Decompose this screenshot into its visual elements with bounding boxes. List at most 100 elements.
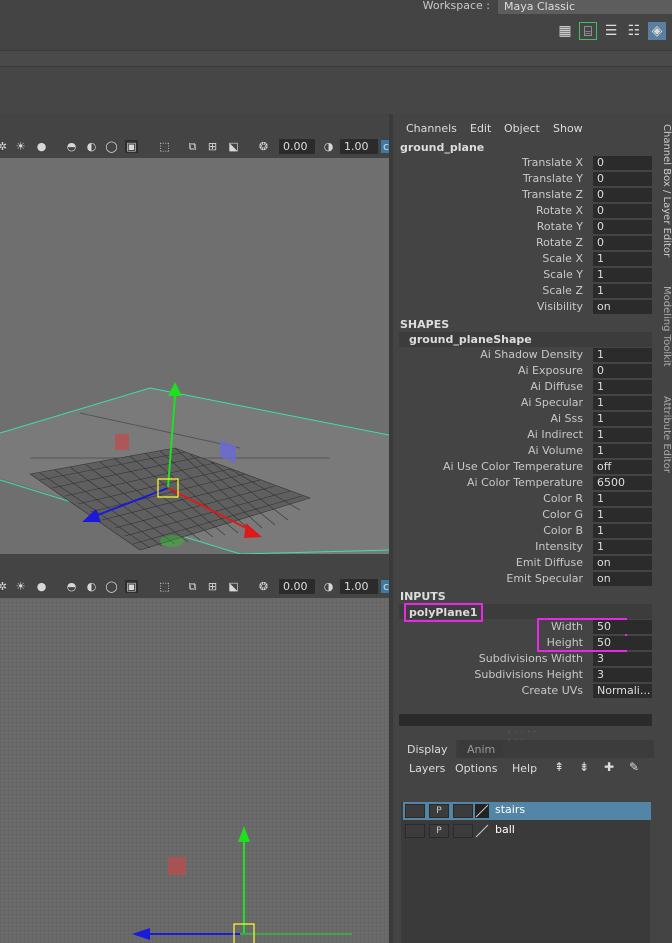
attr-label[interactable]: Color G	[403, 508, 583, 521]
exposure-icon[interactable]: ❂	[257, 580, 270, 593]
attr-value-field[interactable]: off	[593, 460, 652, 474]
node-name[interactable]: ground_plane	[400, 141, 484, 154]
toggle-outliner-icon[interactable]: ☷	[625, 22, 643, 40]
attr-value-field[interactable]: 1	[593, 252, 652, 266]
grid-toggle-icon[interactable]: ⊞	[206, 140, 219, 153]
xray-icon[interactable]: ✲	[0, 580, 9, 593]
attr-value-field[interactable]: 1	[593, 396, 652, 410]
menu-options[interactable]: Options	[455, 762, 497, 775]
menu-object[interactable]: Object	[504, 122, 540, 135]
create-empty-layer-icon[interactable]: ✚	[604, 760, 614, 774]
attr-value-field[interactable]: 1	[593, 428, 652, 442]
lighting-icon[interactable]: ☀	[14, 580, 27, 593]
attr-value-field[interactable]: 6500	[593, 476, 652, 490]
layer-row-stairs[interactable]: P stairs	[403, 802, 651, 820]
film-gate-icon[interactable]: ⬕	[227, 140, 240, 153]
attr-label[interactable]: Ai Volume	[403, 444, 583, 457]
attr-label[interactable]: Subdivisions Width	[403, 652, 583, 665]
attr-label[interactable]: Ai Indirect	[403, 428, 583, 441]
attr-value-field[interactable]: 3	[593, 652, 652, 666]
toggle-tool-settings-icon[interactable]: ☰	[602, 22, 620, 40]
attr-value-field[interactable]: 3	[593, 668, 652, 682]
playback-toggle[interactable]: P	[429, 804, 449, 818]
attr-label[interactable]: Ai Use Color Temperature	[403, 460, 583, 473]
attr-value-field[interactable]: 1	[593, 508, 652, 522]
attr-value-field[interactable]: 1	[593, 348, 652, 362]
move-layer-up-icon[interactable]: ⇞	[554, 760, 564, 774]
attr-label[interactable]: Width	[403, 620, 583, 633]
gamma-icon[interactable]: ◑	[322, 580, 335, 593]
tab-channel-box-layer-editor[interactable]: Channel Box / Layer Editor	[656, 124, 672, 284]
attr-label[interactable]: Ai Color Temperature	[403, 476, 583, 489]
motion-blur-icon[interactable]: ◐	[85, 140, 98, 153]
move-layer-down-icon[interactable]: ⇟	[579, 760, 589, 774]
tab-anim[interactable]: Anim	[459, 740, 504, 758]
shape-node-row[interactable]: ground_planeShape	[399, 332, 652, 347]
attr-value-field[interactable]: 1	[593, 284, 652, 298]
attr-value-field[interactable]: 1	[593, 268, 652, 282]
menu-channels[interactable]: Channels	[406, 122, 457, 135]
attr-value-field[interactable]: 1	[593, 380, 652, 394]
attr-label[interactable]: Create UVs	[403, 684, 583, 697]
attr-value-field[interactable]: 0	[593, 364, 652, 378]
attr-value-field[interactable]: 1	[593, 492, 652, 506]
tab-modeling-toolkit[interactable]: Modeling Toolkit	[656, 286, 672, 386]
attr-value-field[interactable]: 1	[593, 524, 652, 538]
playback-toggle[interactable]: P	[429, 824, 449, 838]
resize-grip[interactable]: · · · · · · · ·	[508, 728, 538, 744]
attr-label[interactable]: Translate Y	[403, 172, 583, 185]
attr-value-field[interactable]: on	[593, 556, 652, 570]
film-gate-icon[interactable]: ⬕	[227, 580, 240, 593]
attr-value-field[interactable]: 0	[593, 172, 652, 186]
attr-label[interactable]: Scale Y	[403, 268, 583, 281]
shadows-icon[interactable]: ●	[35, 580, 48, 593]
attr-value-field[interactable]: 0	[593, 156, 652, 170]
antialiasing-icon[interactable]: ◯	[105, 140, 118, 153]
tab-attribute-editor[interactable]: Attribute Editor	[656, 396, 672, 486]
menu-help[interactable]: Help	[512, 762, 537, 775]
attr-value-field[interactable]: 0	[593, 204, 652, 218]
exposure-field[interactable]: 0.00	[279, 579, 315, 594]
attr-label[interactable]: Translate X	[403, 156, 583, 169]
display-type-toggle[interactable]	[453, 804, 473, 818]
image-plane-icon[interactable]: ⧉	[186, 580, 199, 593]
attr-value-field[interactable]: 0	[593, 236, 652, 250]
perspective-viewport[interactable]	[0, 158, 389, 554]
motion-blur-icon[interactable]: ◐	[85, 580, 98, 593]
toggle-attribute-editor-icon[interactable]: ⌸	[579, 22, 597, 40]
attr-label[interactable]: Visibility	[403, 300, 583, 313]
attr-label[interactable]: Scale X	[403, 252, 583, 265]
attr-label[interactable]: Rotate X	[403, 204, 583, 217]
attr-label[interactable]: Rotate Y	[403, 220, 583, 233]
menu-layers[interactable]: Layers	[409, 762, 445, 775]
channel-box-scrollbar[interactable]	[399, 714, 652, 726]
attr-label[interactable]: Height	[403, 636, 583, 649]
attr-label[interactable]: Ai Shadow Density	[403, 348, 583, 361]
attr-label[interactable]: Color R	[403, 492, 583, 505]
select-camera-icon[interactable]: ⬚	[158, 140, 171, 153]
attr-value-field[interactable]: Normali...	[593, 684, 652, 698]
grid-toggle-icon[interactable]: ⊞	[206, 580, 219, 593]
isolate-select-icon[interactable]: ▣	[125, 580, 138, 593]
shadows-icon[interactable]: ●	[35, 140, 48, 153]
attr-label[interactable]: Ai Sss	[403, 412, 583, 425]
visibility-toggle[interactable]	[405, 804, 425, 818]
attr-label[interactable]: Translate Z	[403, 188, 583, 201]
layer-color-swatch[interactable]	[475, 824, 489, 838]
antialiasing-icon[interactable]: ◯	[105, 580, 118, 593]
layer-row-ball[interactable]: P ball	[403, 822, 651, 840]
ambient-occlusion-icon[interactable]: ◓	[65, 140, 78, 153]
attr-value-field[interactable]: 1	[593, 540, 652, 554]
gamma-field[interactable]: 1.00	[340, 139, 378, 154]
attr-label[interactable]: Intensity	[403, 540, 583, 553]
attr-value-field[interactable]: 0	[593, 188, 652, 202]
gamma-field[interactable]: 1.00	[340, 579, 378, 594]
menu-show[interactable]: Show	[553, 122, 583, 135]
attr-value-field[interactable]: on	[593, 300, 652, 314]
exposure-field[interactable]: 0.00	[279, 139, 315, 154]
attr-value-field[interactable]: 1	[593, 444, 652, 458]
attr-label[interactable]: Scale Z	[403, 284, 583, 297]
front-viewport[interactable]	[0, 598, 389, 943]
create-layer-from-selected-icon[interactable]: ✎	[629, 760, 639, 774]
attr-value-field[interactable]: 1	[593, 412, 652, 426]
